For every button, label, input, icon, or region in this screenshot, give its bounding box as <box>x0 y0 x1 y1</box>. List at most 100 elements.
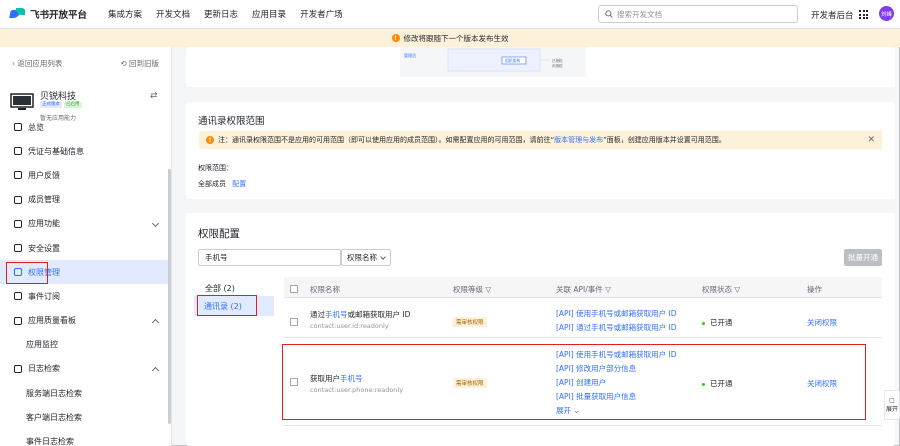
sidebar-item-label: 凭证与基础信息 <box>28 146 84 156</box>
quality-icon <box>14 316 22 325</box>
search-icon <box>605 10 613 18</box>
sidebar-scrollbar[interactable] <box>168 169 171 424</box>
sidebar-item-security[interactable]: 安全设置 <box>0 236 171 260</box>
banner-text: 修改将跟随下一个版本发布生效 <box>403 33 509 43</box>
col-header-apis-label: 关联 API/事件 <box>556 285 603 294</box>
sidebar-item-app-features[interactable]: 应用功能 <box>0 212 171 236</box>
col-header-status[interactable]: 权限状态 ▽ <box>702 284 740 295</box>
permission-search-input[interactable]: 手机号 <box>198 249 341 266</box>
expand-panel-icon: ▢ <box>889 397 895 404</box>
feature-icon <box>14 219 22 228</box>
sidebar-item-monitoring[interactable]: 应用监控 <box>0 333 171 357</box>
sidebar-item-quality[interactable]: 应用质量看板 <box>0 309 171 333</box>
filter-field-value: 权限名称 <box>347 253 377 262</box>
permission-name-post: 或邮箱获取用户 ID <box>347 310 411 319</box>
sidebar: ‹ 返回应用列表 ⟲ 回到旧版 贝锐科技 正式版本 已启用 暂无应用能力 ⇄ 总… <box>0 47 172 446</box>
sidebar-item-event-log[interactable]: 事件日志检索 <box>0 429 171 446</box>
sidebar-item-label: 事件订阅 <box>28 291 60 301</box>
row-divider <box>284 297 882 298</box>
back-to-app-list[interactable]: ‹ 返回应用列表 <box>12 58 62 69</box>
avatar[interactable]: 刘峰 <box>879 6 894 21</box>
highlight-permissions-menu <box>6 262 48 284</box>
col-header-apis[interactable]: 关联 API/事件 ▽ <box>556 284 611 295</box>
batch-enable-button[interactable]: 批量开通 <box>844 249 882 266</box>
main-nav: 集成方案 开发文档 更新日志 应用目录 开发者广场 <box>108 8 357 20</box>
filter-icon[interactable]: ▽ <box>605 285 611 294</box>
close-icon[interactable]: ✕ <box>867 135 875 145</box>
org-scope-diagram: 管理员 组织架构 已授权 未授权 <box>400 47 586 77</box>
status-text: 已开通 <box>710 318 733 327</box>
dashboard-icon <box>14 123 22 132</box>
category-all[interactable]: 全部 (2) <box>205 283 235 294</box>
chevron-up-icon <box>151 318 160 326</box>
nav-item-dev-plaza[interactable]: 开发者广场 <box>300 8 343 20</box>
status-dot <box>702 321 705 325</box>
sidebar-item-events[interactable]: 事件订阅 <box>0 284 171 308</box>
chevron-down-icon <box>151 219 160 227</box>
nav-item-changelog[interactable]: 更新日志 <box>204 8 238 20</box>
app-name: 贝锐科技 <box>40 92 77 102</box>
brand-logo[interactable]: 飞书开放平台 <box>10 7 100 21</box>
row-divider <box>284 337 882 338</box>
sidebar-item-user-feedback[interactable]: 用户反馈 <box>0 163 171 187</box>
sidebar-item-log-search[interactable]: 日志检索 <box>0 357 171 381</box>
sidebar-item-label: 服务端日志检索 <box>26 388 82 398</box>
sidebar-item-members[interactable]: 成员管理 <box>0 188 171 212</box>
api-link[interactable]: [API] 使用手机号或邮箱获取用户 ID <box>556 308 676 319</box>
side-float-label: 展开 <box>885 406 898 413</box>
permission-name: 通过手机号或邮箱获取用户 ID <box>310 309 410 320</box>
api-link[interactable]: [API] 通过手机号或邮箱获取用户 ID <box>556 322 676 333</box>
enabled-badge: 已启用 <box>64 102 82 108</box>
sidebar-item-client-log[interactable]: 客户端日志检索 <box>0 405 171 429</box>
sidebar-item-server-log[interactable]: 服务端日志检索 <box>0 381 171 405</box>
filter-icon[interactable]: ▽ <box>485 285 491 294</box>
nav-item-docs[interactable]: 开发文档 <box>156 8 190 20</box>
version-management-link[interactable]: 版本管理与发布 <box>554 135 603 145</box>
diagram-authorized-text: 已授权 <box>552 58 563 63</box>
permission-name-highlight: 手机号 <box>325 310 348 319</box>
sidebar-item-label: 成员管理 <box>28 195 60 205</box>
sidebar-item-label: 日志检索 <box>28 364 60 374</box>
search-input[interactable]: 搜索开发文档 <box>598 5 798 23</box>
org-diagram-graphic: 管理员 组织架构 已授权 未授权 <box>404 48 563 72</box>
sidebar-item-credentials[interactable]: 凭证与基础信息 <box>0 139 171 163</box>
nav-item-app-directory[interactable]: 应用目录 <box>252 8 286 20</box>
level-tag: 需审核权限 <box>453 317 487 327</box>
sidebar-item-label: 用户反馈 <box>28 170 60 180</box>
search-input-value: 手机号 <box>205 253 228 262</box>
switch-app-icon[interactable]: ⇄ <box>150 91 158 101</box>
diagram-corner-text: 管理员 <box>404 52 416 58</box>
col-header-status-label: 权限状态 <box>702 285 732 294</box>
sidebar-item-overview[interactable]: 总览 <box>0 115 171 139</box>
select-all-checkbox[interactable] <box>290 285 298 293</box>
release-badge: 正式版本 <box>40 102 62 108</box>
side-float-button[interactable]: ▢ 展开 <box>884 390 900 420</box>
close-permission-link[interactable]: 关闭权限 <box>807 317 837 328</box>
app-badges: 正式版本 已启用 <box>40 102 84 108</box>
col-header-level[interactable]: 权限等级 ▽ <box>453 284 491 295</box>
search-placeholder: 搜索开发文档 <box>617 9 662 19</box>
app-grid-icon[interactable] <box>859 10 868 19</box>
feedback-icon <box>14 171 22 180</box>
sidebar-item-label: 应用功能 <box>28 219 60 229</box>
col-header-name: 权限名称 <box>310 285 340 294</box>
chevron-up-icon <box>151 366 160 374</box>
row-checkbox[interactable] <box>290 318 298 326</box>
row-divider <box>284 425 882 426</box>
filter-field-select[interactable]: 权限名称 <box>341 249 391 266</box>
app-monitor-icon <box>10 93 34 110</box>
filter-icon[interactable]: ▽ <box>734 285 740 294</box>
highlight-phone-permission-row <box>282 344 866 420</box>
dev-console-link[interactable]: 开发者后台 <box>811 9 854 21</box>
security-icon <box>14 244 22 253</box>
back-to-old-version[interactable]: ⟲ 回到旧版 <box>120 58 159 69</box>
col-header-actions: 操作 <box>807 285 822 294</box>
configure-scope-link[interactable]: 配置 <box>232 180 246 188</box>
permissions-title: 权限配置 <box>198 228 240 240</box>
member-icon <box>14 195 22 204</box>
scope-value-text: 全部成员 <box>198 180 226 188</box>
nav-item-solutions[interactable]: 集成方案 <box>108 8 142 20</box>
feishu-logo-icon <box>10 8 26 20</box>
log-icon <box>14 364 22 373</box>
scope-label: 权限范围： <box>198 164 233 172</box>
